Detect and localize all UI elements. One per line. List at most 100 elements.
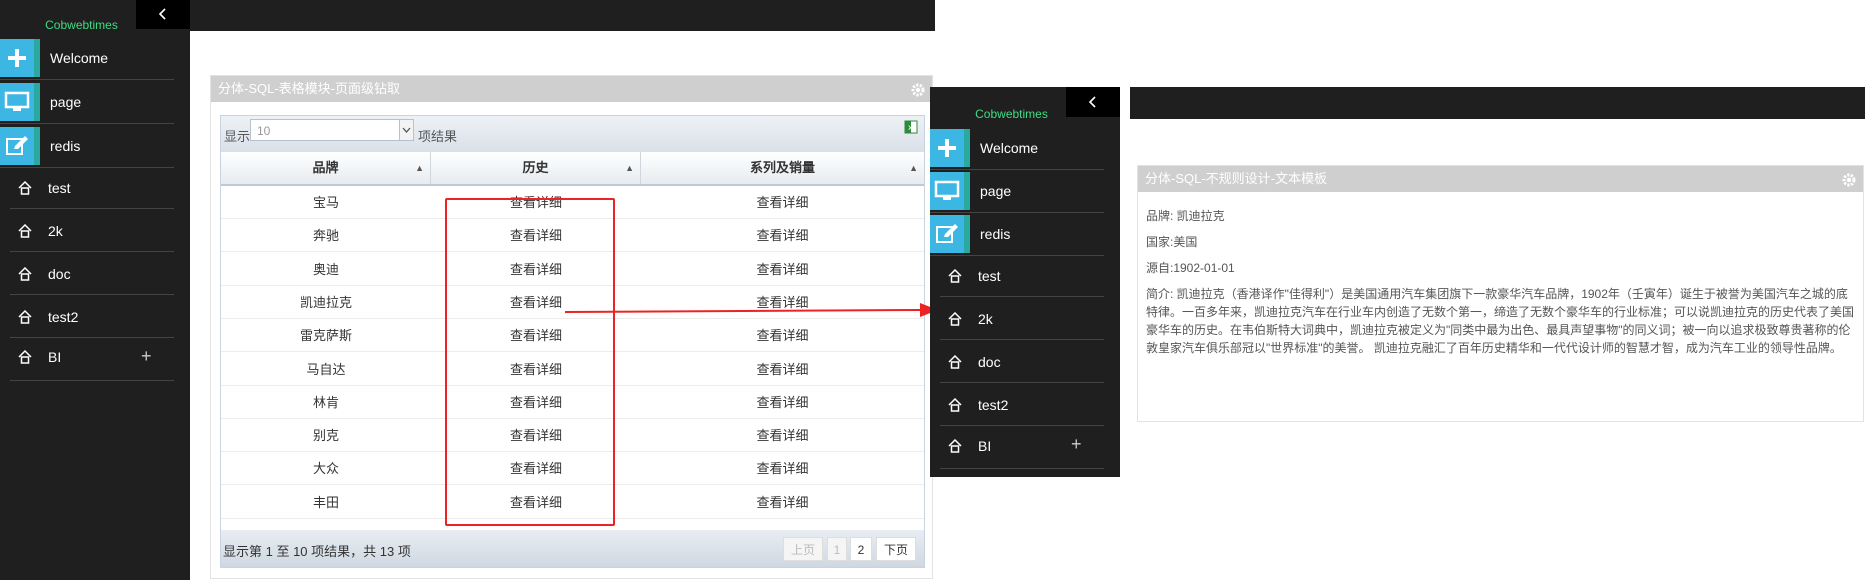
prev-page-button[interactable]: 上页 xyxy=(783,537,823,561)
sidebar-item-label: doc xyxy=(978,354,1001,370)
cell-series-link[interactable]: 查看详细 xyxy=(641,419,924,451)
divider xyxy=(940,339,1104,340)
cell-series-link[interactable]: 查看详细 xyxy=(641,353,924,385)
highlight-box xyxy=(445,198,615,526)
sidebar-item-test2[interactable]: test2 xyxy=(930,387,1104,423)
sidebar-toggle-button[interactable] xyxy=(1066,87,1120,117)
plus-icon xyxy=(930,129,970,167)
length-suffix: 项结果 xyxy=(418,129,458,144)
monitor-icon xyxy=(930,172,970,210)
cell-brand: 马自达 xyxy=(306,361,346,377)
column-header-series[interactable]: 系列及销量 ▲ xyxy=(641,152,924,184)
sidebar-item-welcome[interactable]: Welcome xyxy=(0,38,174,78)
sidebar-item-label: page xyxy=(980,183,1012,199)
sidebar-item-page[interactable]: page xyxy=(930,171,1104,211)
panel-header: 分体-SQL-不规则设计-文本模板 xyxy=(1138,166,1863,192)
country-line: 国家:美国 xyxy=(1146,235,1198,249)
gear-icon[interactable] xyxy=(1841,171,1857,197)
divider xyxy=(930,255,1104,256)
home-icon xyxy=(10,181,40,195)
divider xyxy=(10,380,174,381)
divider xyxy=(0,167,174,168)
page-1-button[interactable]: 1 xyxy=(827,537,847,561)
table-footer: 显示第 1 至 10 项结果，共 13 项 上页 1 2 下页 xyxy=(221,530,924,567)
divider xyxy=(940,425,1104,426)
divider xyxy=(0,123,174,124)
divider xyxy=(10,251,174,252)
expand-plus-icon[interactable]: + xyxy=(1071,435,1082,453)
home-icon xyxy=(10,224,40,238)
cell-series-link[interactable]: 查看详细 xyxy=(641,486,924,518)
cell-brand: 雷克萨斯 xyxy=(299,328,352,344)
panel-title: 分体-SQL-表格模块-页面级钻取 xyxy=(218,81,401,96)
panel-header: 分体-SQL-表格模块-页面级钻取 xyxy=(211,76,932,102)
sidebar-item-label: BI xyxy=(978,438,992,454)
monitor-icon xyxy=(0,83,40,121)
sidebar-item-label: test2 xyxy=(48,309,79,325)
cell-series-link[interactable]: 查看详细 xyxy=(641,452,924,484)
cell-brand: 奔驰 xyxy=(312,228,339,244)
sidebar-item-test[interactable]: test xyxy=(930,258,1104,294)
page-length-select[interactable]: 10 xyxy=(250,119,413,141)
sidebar-item-label: Welcome xyxy=(980,140,1039,156)
sidebar-item-label: BI xyxy=(48,349,62,365)
sidebar-item-test[interactable]: test xyxy=(0,170,174,206)
excel-export-icon[interactable]: x xyxy=(904,120,918,137)
divider xyxy=(0,79,174,80)
chevron-left-icon xyxy=(158,8,166,20)
length-prefix: 显示 xyxy=(224,129,251,144)
cell-brand: 林肯 xyxy=(312,394,339,410)
column-header-brand[interactable]: 品牌 ▲ xyxy=(221,152,431,184)
sidebar-item-doc[interactable]: doc xyxy=(930,344,1104,380)
sidebar-item-2k[interactable]: 2k xyxy=(930,301,1104,337)
table-header: 品牌 ▲ 历史 ▲ 系列及销量 ▲ xyxy=(221,152,924,186)
plus-icon xyxy=(0,39,40,77)
edit-icon xyxy=(930,215,970,253)
sidebar-item-label: page xyxy=(50,94,82,110)
edit-icon xyxy=(0,127,40,165)
home-icon xyxy=(940,355,970,369)
expand-plus-icon[interactable]: + xyxy=(141,347,152,365)
divider xyxy=(940,382,1104,383)
home-icon xyxy=(940,269,970,283)
gear-icon[interactable] xyxy=(910,81,926,107)
sidebar-item-label: Welcome xyxy=(50,50,109,66)
column-header-history[interactable]: 历史 ▲ xyxy=(431,152,641,184)
sidebar-item-label: test xyxy=(978,268,1001,284)
cell-series-link[interactable]: 查看详细 xyxy=(641,386,924,418)
cell-brand: 凯迪拉克 xyxy=(299,294,352,310)
intro-text: 简介: 凯迪拉克（香港译作"佳得利"）是美国通用汽车集团旗下一款豪华汽车品牌，1… xyxy=(1146,287,1855,355)
sidebar-item-redis[interactable]: redis xyxy=(0,126,174,166)
sidebar-item-label: doc xyxy=(48,266,71,282)
sidebar-item-label: test xyxy=(48,180,71,196)
sidebar-item-redis[interactable]: redis xyxy=(930,214,1104,254)
divider xyxy=(940,296,1104,297)
next-page-button[interactable]: 下页 xyxy=(876,537,916,561)
arrow-annotation xyxy=(564,303,938,317)
cell-series-link[interactable]: 查看详细 xyxy=(641,186,924,218)
page-2-button[interactable]: 2 xyxy=(850,537,872,561)
cell-series-link[interactable]: 查看详细 xyxy=(641,253,924,285)
divider xyxy=(930,169,1104,170)
home-icon xyxy=(10,267,40,281)
svg-text:x: x xyxy=(908,123,913,132)
table-info: 显示第 1 至 10 项结果，共 13 项 xyxy=(223,544,411,559)
sidebar-item-2k[interactable]: 2k xyxy=(0,213,174,249)
sidebar-item-test2[interactable]: test2 xyxy=(0,299,174,335)
chevron-down-icon[interactable] xyxy=(399,119,414,141)
sidebar-item-label: 2k xyxy=(48,223,63,239)
table-toolbar: 显示 10 项结果 x xyxy=(221,116,924,152)
divider xyxy=(10,294,174,295)
sidebar-item-doc[interactable]: doc xyxy=(0,256,174,292)
sidebar-secondary: Cobwebtimes Welcome page redis test 2k d… xyxy=(930,87,1120,477)
cell-brand: 大众 xyxy=(312,461,339,477)
home-icon xyxy=(10,310,40,324)
sidebar-item-page[interactable]: page xyxy=(0,82,174,122)
sidebar-item-label: redis xyxy=(980,226,1011,242)
detail-panel: 分体-SQL-不规则设计-文本模板 品牌: 凯迪拉克 国家:美国 源自:1902… xyxy=(1137,165,1864,422)
home-icon xyxy=(10,350,40,364)
divider xyxy=(10,337,174,338)
sidebar-item-welcome[interactable]: Welcome xyxy=(930,128,1104,168)
cell-series-link[interactable]: 查看详细 xyxy=(641,219,924,251)
sidebar-toggle-button[interactable] xyxy=(136,0,190,29)
